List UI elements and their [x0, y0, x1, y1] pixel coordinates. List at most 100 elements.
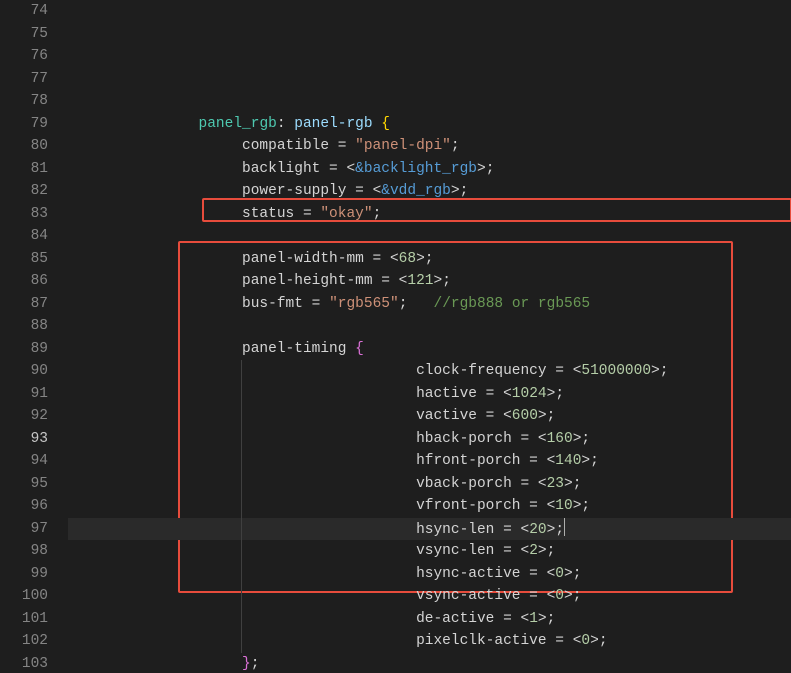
token-angle: < [547, 588, 556, 604]
code-line[interactable]: status = "okay"; [68, 203, 791, 226]
token-prop: power-supply [242, 183, 346, 199]
line-number: 82 [0, 180, 48, 203]
token-angle: > [538, 408, 547, 424]
token-angle: > [416, 251, 425, 267]
code-line[interactable]: vactive = <600>; [68, 405, 791, 428]
indent-guide [241, 630, 242, 653]
token-num: 1 [529, 611, 538, 627]
code-line[interactable]: hsync-active = <0>; [68, 563, 791, 586]
token-angle: < [521, 543, 530, 559]
line-number: 74 [0, 0, 48, 23]
token-angle: > [477, 161, 486, 177]
token-prop: compatible [242, 138, 329, 154]
code-line[interactable]: vsync-active = <0>; [68, 585, 791, 608]
token-punc: ; [660, 363, 669, 379]
code-line[interactable]: clock-frequency = <51000000>; [68, 360, 791, 383]
token-prop: de-active [416, 611, 494, 627]
token-punc: ; [486, 161, 495, 177]
token-angle: < [538, 431, 547, 447]
token-angle: > [590, 633, 599, 649]
line-number: 81 [0, 158, 48, 181]
token-punc: ; [590, 453, 599, 469]
token-angle: < [503, 408, 512, 424]
token-prop: hfront-porch [416, 453, 520, 469]
code-line[interactable]: vback-porch = <23>; [68, 473, 791, 496]
code-line[interactable]: de-active = <1>; [68, 608, 791, 631]
line-number: 93 [0, 428, 48, 451]
token-string: "rgb565" [329, 296, 399, 312]
token-brace2: { [355, 341, 364, 357]
code-line[interactable]: panel_rgb: panel-rgb { [68, 113, 791, 136]
token-op: = [494, 611, 520, 627]
token-num: 600 [512, 408, 538, 424]
code-line[interactable]: backlight = <&backlight_rgb>; [68, 158, 791, 181]
token-op: = [346, 183, 372, 199]
token-num: 0 [555, 588, 564, 604]
code-line[interactable]: bus-fmt = "rgb565"; //rgb888 or rgb565 [68, 293, 791, 316]
token-angle: > [564, 588, 573, 604]
code-line[interactable]: panel-height-mm = <121>; [68, 270, 791, 293]
line-number-gutter: 7475767778798081828384858687888990919293… [0, 0, 68, 673]
token-op: = [520, 588, 546, 604]
token-prop: hactive [416, 386, 477, 402]
code-line[interactable]: panel-width-mm = <68>; [68, 248, 791, 271]
code-line[interactable]: pixelclk-active = <0>; [68, 630, 791, 653]
code-line[interactable]: hactive = <1024>; [68, 383, 791, 406]
line-number: 94 [0, 450, 48, 473]
line-number: 89 [0, 338, 48, 361]
token-num: 68 [399, 251, 416, 267]
token-op: = [520, 453, 546, 469]
token-num: 10 [555, 498, 572, 514]
line-number: 92 [0, 405, 48, 428]
code-line[interactable]: hback-porch = <160>; [68, 428, 791, 451]
code-area[interactable]: panel_rgb: panel-rgb { compatible = "pan… [68, 0, 791, 673]
code-line[interactable]: }; [68, 653, 791, 673]
code-line[interactable]: hsync-len = <20>; [68, 518, 791, 541]
token-angle: > [538, 611, 547, 627]
code-line[interactable]: vfront-porch = <10>; [68, 495, 791, 518]
code-line[interactable] [68, 90, 791, 113]
token-num: 51000000 [581, 363, 651, 379]
token-op: = [547, 633, 573, 649]
line-number: 85 [0, 248, 48, 271]
token-punc: : [277, 116, 294, 132]
code-editor[interactable]: 7475767778798081828384858687888990919293… [0, 0, 791, 673]
token-op [346, 341, 355, 357]
token-punc: ; [555, 386, 564, 402]
token-ref: &backlight_rgb [355, 161, 477, 177]
code-line[interactable]: power-supply = <&vdd_rgb>; [68, 180, 791, 203]
line-number: 86 [0, 270, 48, 293]
token-angle: > [547, 522, 556, 538]
token-op: = [494, 543, 520, 559]
line-number: 80 [0, 135, 48, 158]
code-line[interactable]: compatible = "panel-dpi"; [68, 135, 791, 158]
code-line[interactable] [68, 225, 791, 248]
token-angle: > [651, 363, 660, 379]
token-prop: hsync-active [416, 566, 520, 582]
token-punc: ; [547, 611, 556, 627]
indent-guide [241, 563, 242, 586]
code-line[interactable] [68, 315, 791, 338]
line-number: 96 [0, 495, 48, 518]
code-line[interactable]: hfront-porch = <140>; [68, 450, 791, 473]
line-number: 97 [0, 518, 48, 541]
code-line[interactable]: panel-timing { [68, 338, 791, 361]
token-punc: ; [251, 656, 260, 672]
token-prop: backlight [242, 161, 320, 177]
line-number: 77 [0, 68, 48, 91]
indent-guide [241, 383, 242, 406]
token-brace2: } [242, 656, 251, 672]
token-punc: ; [599, 633, 608, 649]
token-angle: < [547, 498, 556, 514]
token-op: = [373, 273, 399, 289]
token-angle: < [521, 522, 530, 538]
token-angle: < [547, 566, 556, 582]
token-ref: &vdd_rgb [381, 183, 451, 199]
token-op: = [294, 206, 320, 222]
token-punc: ; [573, 476, 582, 492]
indent-guide [241, 495, 242, 518]
token-punc: ; [573, 566, 582, 582]
line-number: 83 [0, 203, 48, 226]
token-num: 0 [581, 633, 590, 649]
code-line[interactable]: vsync-len = <2>; [68, 540, 791, 563]
